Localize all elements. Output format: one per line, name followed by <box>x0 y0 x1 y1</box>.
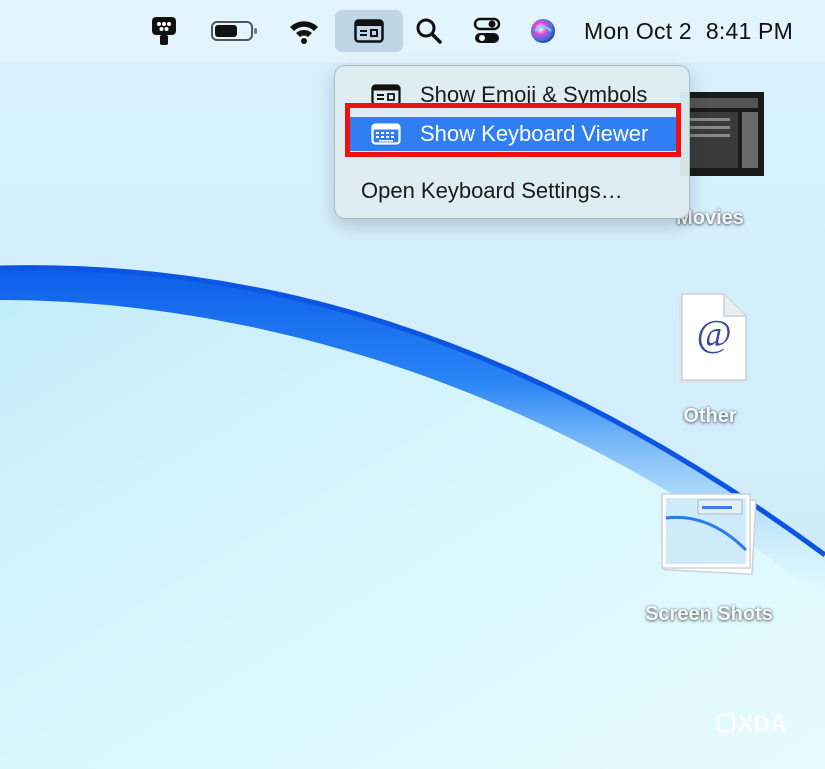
wifi-icon[interactable] <box>286 10 322 52</box>
watermark-text: XDA <box>738 711 788 736</box>
desktop: Mon Oct 2 8:41 PM Movies @ Other Screen … <box>0 0 825 769</box>
menubar-clock[interactable]: Mon Oct 2 8:41 PM <box>584 16 793 46</box>
search-icon[interactable] <box>412 10 446 52</box>
screenshots-stack-icon[interactable] <box>658 488 760 585</box>
xda-logo-icon <box>716 713 736 734</box>
keyboard-input-icon[interactable] <box>335 10 403 52</box>
desktop-item-label: Other <box>683 405 737 427</box>
control-center-icon[interactable] <box>468 10 506 52</box>
xda-watermark: XDA <box>716 711 788 736</box>
email-file-icon[interactable]: @ <box>672 288 752 389</box>
menubar-date: Mon Oct 2 <box>584 17 692 44</box>
siri-icon[interactable] <box>526 10 560 52</box>
battery-icon[interactable] <box>208 10 260 52</box>
menu-bar: Mon Oct 2 8:41 PM <box>0 0 825 63</box>
menu-item-open-keyboard-settings[interactable]: Open Keyboard Settings… <box>345 174 679 208</box>
menubar-time: 8:41 PM <box>705 17 793 44</box>
svg-text:@: @ <box>697 313 732 355</box>
annotation-highlight-box <box>345 103 681 157</box>
tool-icon[interactable] <box>146 10 182 52</box>
menu-separator <box>345 163 679 164</box>
desktop-item-label: Screen Shots <box>645 603 773 625</box>
menu-item-label: Open Keyboard Settings… <box>361 178 623 203</box>
